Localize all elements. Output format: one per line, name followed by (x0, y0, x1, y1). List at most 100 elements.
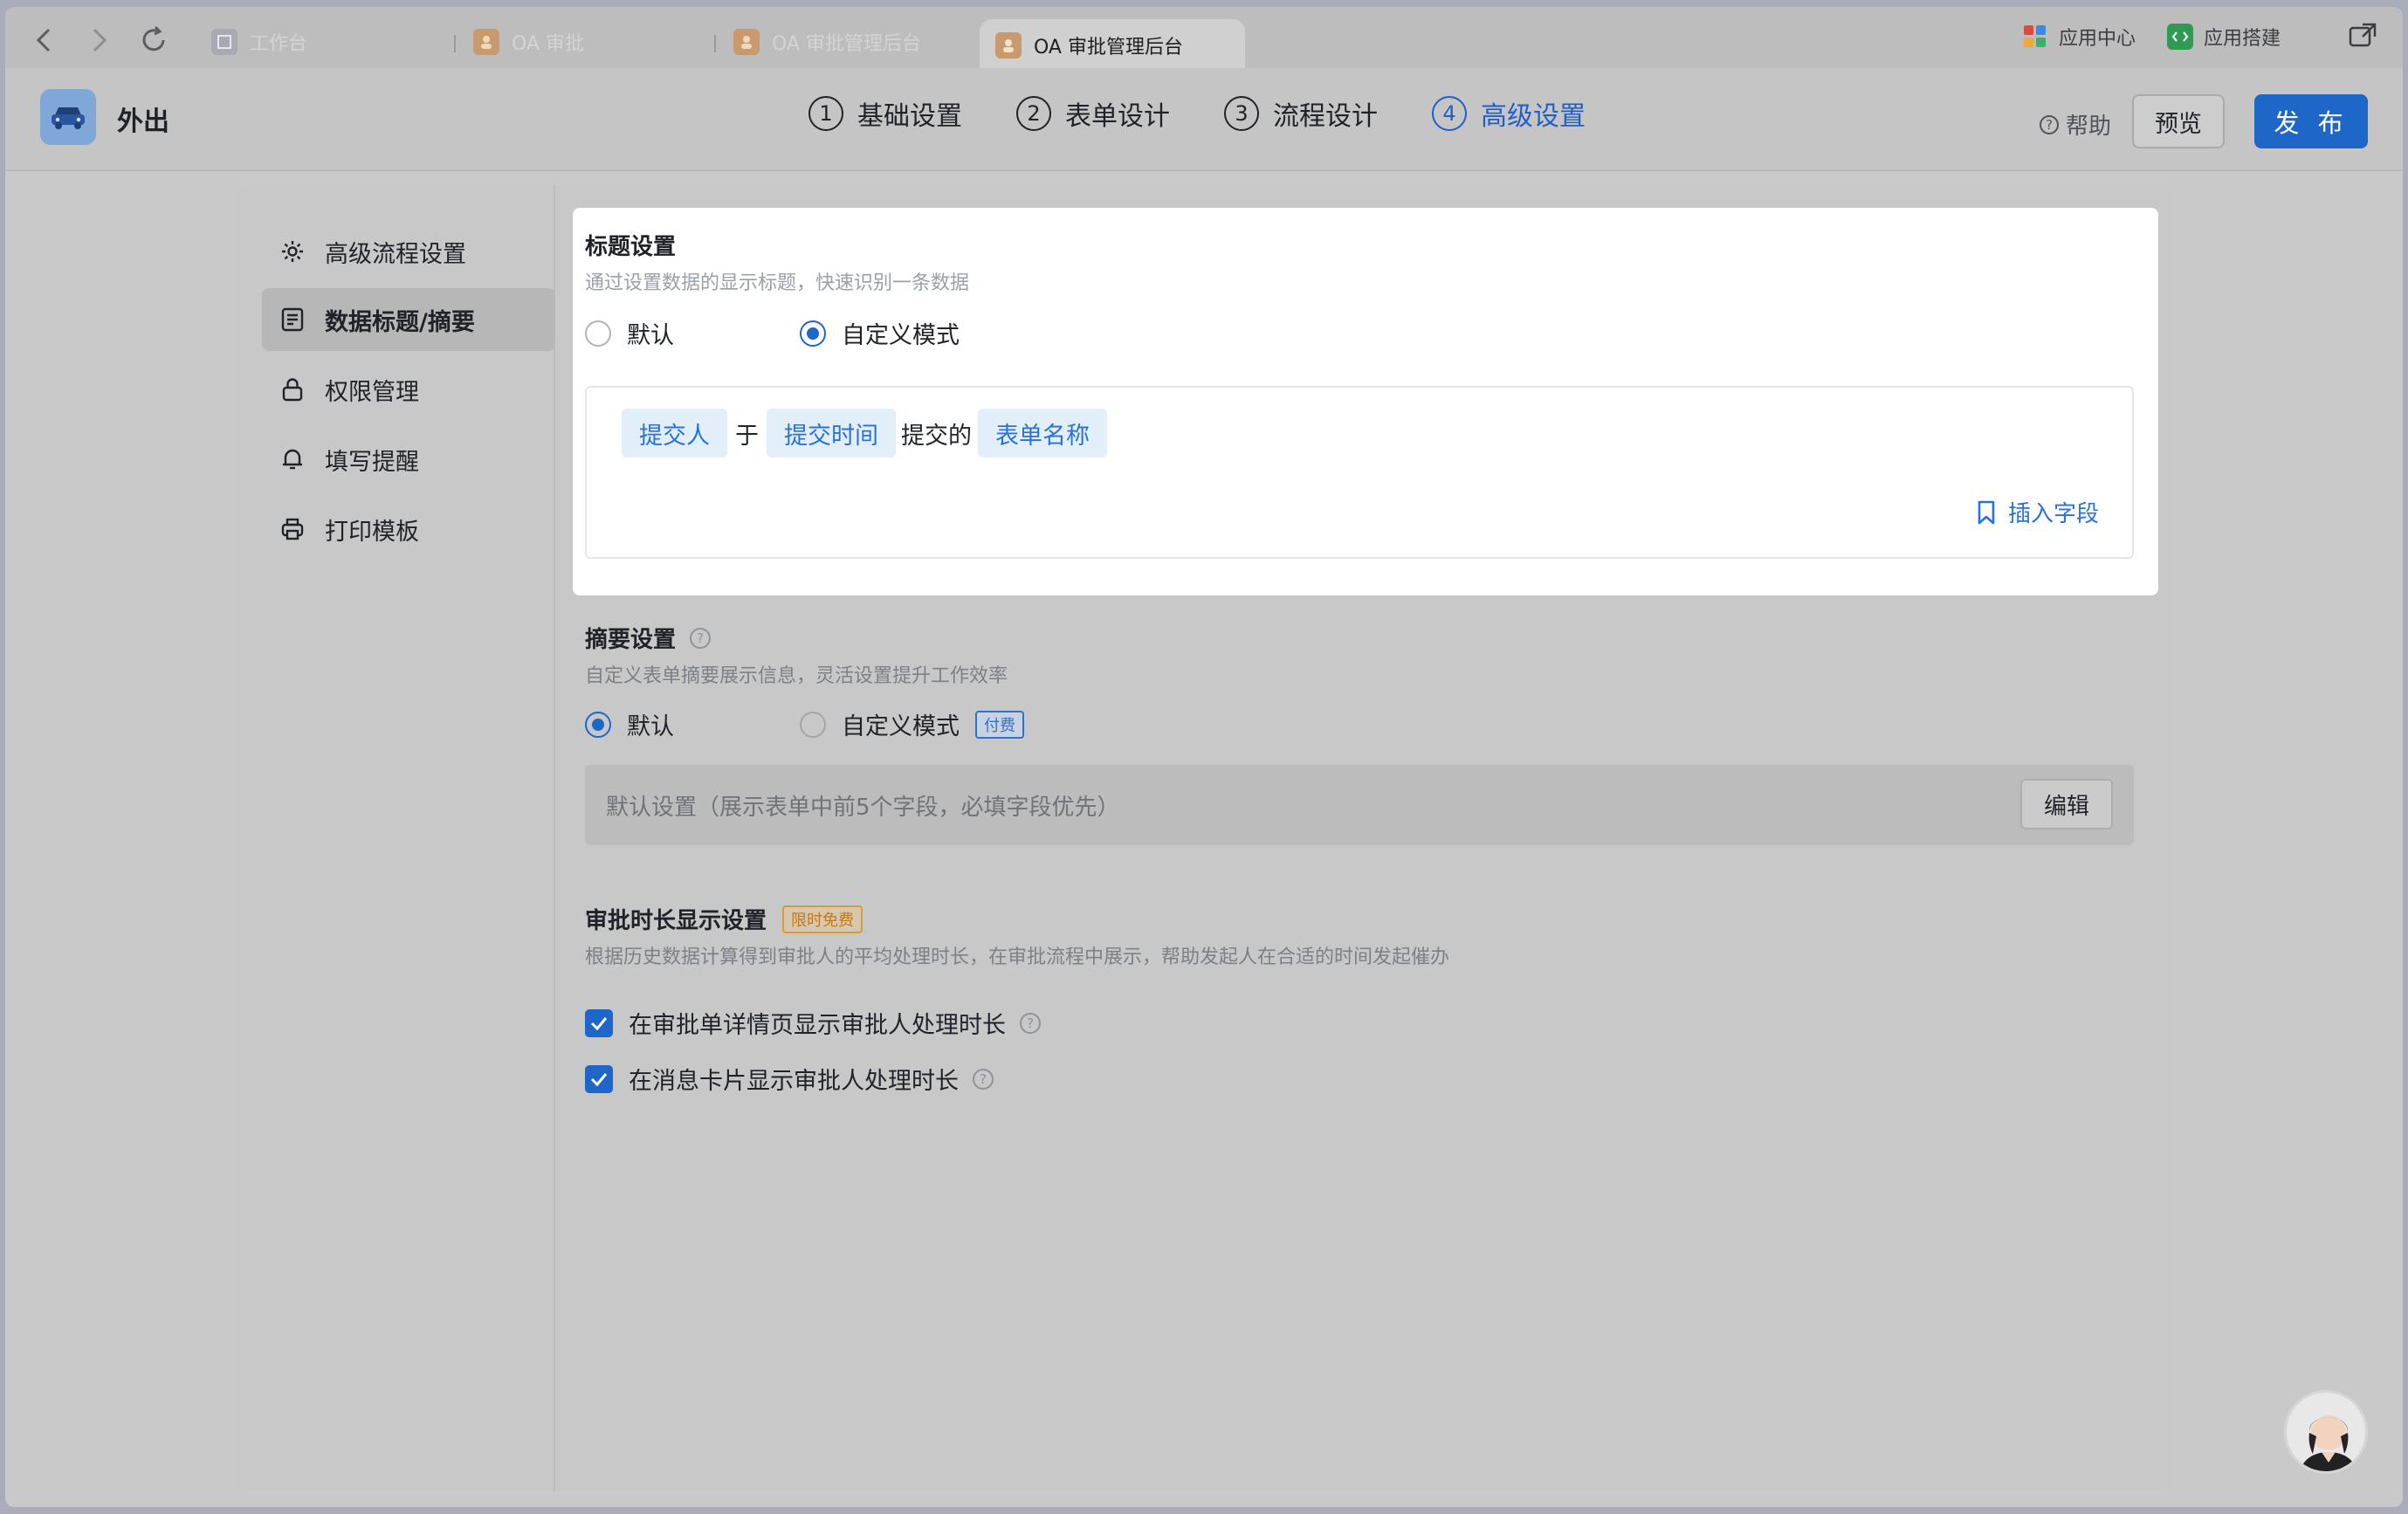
text-connector: 提交的 (901, 422, 972, 450)
app-header: 外出 1 基础设置 2 表单设计 3 流程设计 4 高级设置 ? 帮助 预览 发… (5, 68, 2403, 171)
insert-field-label: 插入字段 (2007, 501, 2099, 527)
radio-label: 自定义模式 (842, 322, 960, 349)
app-center-label: 应用中心 (2059, 28, 2136, 50)
checkbox-row-detail-duration[interactable]: 在审批单详情页显示审批人处理时长 ? (585, 1006, 1041, 1040)
summary-radio-default[interactable]: 默认 (585, 707, 674, 741)
step-nav: 1 基础设置 2 表单设计 3 流程设计 4 高级设置 (808, 94, 1586, 133)
help-link[interactable]: ? 帮助 (2040, 108, 2111, 141)
question-circle-icon: ? (2040, 114, 2059, 134)
step-number: 4 (1432, 96, 1467, 131)
checkbox-checked[interactable] (585, 1064, 613, 1093)
help-label: 帮助 (2066, 114, 2112, 140)
sidebar-item-fill-reminder[interactable]: 填写提醒 (262, 428, 555, 491)
text-connector: 于 (735, 422, 759, 450)
radio-button[interactable] (585, 320, 611, 347)
publish-button[interactable]: 发 布 (2254, 94, 2368, 148)
sidebar-item-label: 数据标题/摘要 (325, 308, 475, 336)
tab-label: OA 审批管理后台 (1034, 37, 1183, 58)
person-avatar-icon (2300, 1415, 2357, 1471)
sidebar-item-advanced-flow[interactable]: 高级流程设置 (262, 220, 555, 283)
step-basic-settings[interactable]: 1 基础设置 (808, 94, 962, 133)
radio-button[interactable] (800, 320, 826, 347)
sidebar-item-label: 打印模板 (325, 518, 419, 546)
tab-bar: 工作台 OA 审批 OA 审批管理后台 OA 审批管理后台 应用中心 应用搭建 (5, 7, 2403, 72)
oa-favicon-icon (473, 29, 499, 55)
field-token-submit-time[interactable]: 提交时间 (767, 409, 896, 458)
preview-button[interactable]: 预览 (2132, 94, 2225, 148)
insert-field-button[interactable]: 插入字段 (1977, 496, 2099, 528)
duration-settings-heading: 审批时长显示设置 限时免费 (585, 903, 863, 935)
sidebar-item-permissions[interactable]: 权限管理 (262, 358, 555, 421)
summary-default-text: 默认设置（展示表单中前5个字段，必填字段优先） (606, 795, 1120, 821)
step-label: 基础设置 (857, 101, 962, 132)
tab-workbench[interactable]: 工作台 (196, 19, 454, 65)
tab-label: OA 审批管理后台 (772, 33, 921, 55)
sidebar-item-print-template[interactable]: 打印模板 (262, 498, 555, 561)
edit-button[interactable]: 编辑 (2020, 779, 2113, 829)
summary-radio-custom[interactable]: 自定义模式 付费 (800, 707, 1024, 741)
question-circle-icon[interactable]: ? (690, 627, 712, 649)
tab-oa-approval[interactable]: OA 审批 (458, 19, 712, 65)
title-template-editor[interactable]: 提交人 于 提交时间 提交的 表单名称 插入字段 (585, 386, 2134, 559)
question-circle-icon[interactable]: ? (1020, 1012, 1041, 1034)
checkbox-row-card-duration[interactable]: 在消息卡片显示审批人处理时长 ? (585, 1062, 994, 1096)
sidebar-item-data-title-summary[interactable]: 数据标题/摘要 (262, 288, 555, 351)
summary-default-box: 默认设置（展示表单中前5个字段，必填字段优先） 编辑 (585, 765, 2134, 845)
reload-button[interactable] (133, 19, 175, 61)
gear-icon (279, 238, 306, 265)
app-center-link[interactable]: 应用中心 (2022, 23, 2136, 51)
radio-button[interactable] (585, 711, 611, 738)
external-link-icon (2349, 23, 2377, 47)
app-name: 外出 (117, 107, 169, 137)
bell-icon (279, 446, 306, 472)
bookmark-icon (1978, 500, 1995, 524)
tab-oa-admin-active[interactable]: OA 审批管理后台 (980, 19, 1245, 72)
title-radio-default[interactable]: 默认 (585, 316, 674, 350)
field-token-form-name[interactable]: 表单名称 (978, 409, 1107, 458)
settings-sidebar: 高级流程设置 数据标题/摘要 权限管理 填写提醒 打印模板 (237, 185, 555, 1491)
summary-settings-heading: 摘要设置 ? (585, 622, 712, 654)
step-form-design[interactable]: 2 表单设计 (1016, 94, 1170, 133)
app-builder-link[interactable]: 应用搭建 (2167, 23, 2281, 51)
tab-oa-admin[interactable]: OA 审批管理后台 (718, 19, 980, 65)
sidebar-item-label: 高级流程设置 (325, 240, 466, 268)
step-label: 高级设置 (1481, 101, 1586, 132)
check-icon (590, 1016, 608, 1030)
step-number: 1 (808, 96, 843, 131)
radio-label: 自定义模式 (842, 713, 960, 740)
car-icon (40, 89, 96, 145)
checkbox-checked[interactable] (585, 1008, 613, 1037)
back-button[interactable] (23, 19, 65, 61)
oa-favicon-icon (995, 32, 1022, 58)
document-icon (279, 306, 306, 333)
open-external-button[interactable] (2349, 23, 2377, 49)
tab-separator (714, 35, 716, 52)
step-label: 流程设计 (1273, 101, 1378, 132)
question-circle-icon[interactable]: ? (973, 1068, 994, 1090)
step-flow-design[interactable]: 3 流程设计 (1224, 94, 1378, 133)
reload-icon (142, 25, 165, 52)
tab-separator (454, 35, 456, 52)
duration-settings-desc: 根据历史数据计算得到审批人的平均处理时长，在审批流程中展示，帮助发起人在合适的时… (585, 946, 1450, 968)
step-number: 3 (1224, 96, 1259, 131)
title-settings-heading: 标题设置 (585, 234, 677, 260)
tab-label: OA 审批 (512, 33, 584, 55)
content-panel: 高级流程设置 数据标题/摘要 权限管理 填写提醒 打印模板 标题设置 通过设置数… (237, 185, 2172, 1491)
duration-settings-title: 审批时长显示设置 (585, 908, 767, 934)
field-token-submitter[interactable]: 提交人 (622, 409, 727, 458)
radio-button[interactable] (800, 711, 826, 738)
workbench-favicon-icon (211, 29, 237, 55)
lock-icon (279, 376, 306, 403)
step-label: 表单设计 (1065, 101, 1170, 132)
title-radio-custom[interactable]: 自定义模式 (800, 316, 960, 350)
step-advanced-settings[interactable]: 4 高级设置 (1432, 94, 1586, 133)
forward-button[interactable] (79, 19, 120, 61)
chevron-right-icon (93, 28, 107, 52)
browser-window: 工作台 OA 审批 OA 审批管理后台 OA 审批管理后台 应用中心 应用搭建 … (5, 7, 2403, 1507)
app-builder-label: 应用搭建 (2204, 28, 2281, 50)
code-icon (2167, 24, 2193, 50)
printer-icon (279, 516, 306, 542)
title-settings-card: 标题设置 通过设置数据的显示标题，快速识别一条数据 默认 自定义模式 提交人 于… (573, 208, 2158, 595)
oa-favicon-icon (733, 29, 760, 55)
assistant-avatar[interactable] (2284, 1390, 2368, 1474)
